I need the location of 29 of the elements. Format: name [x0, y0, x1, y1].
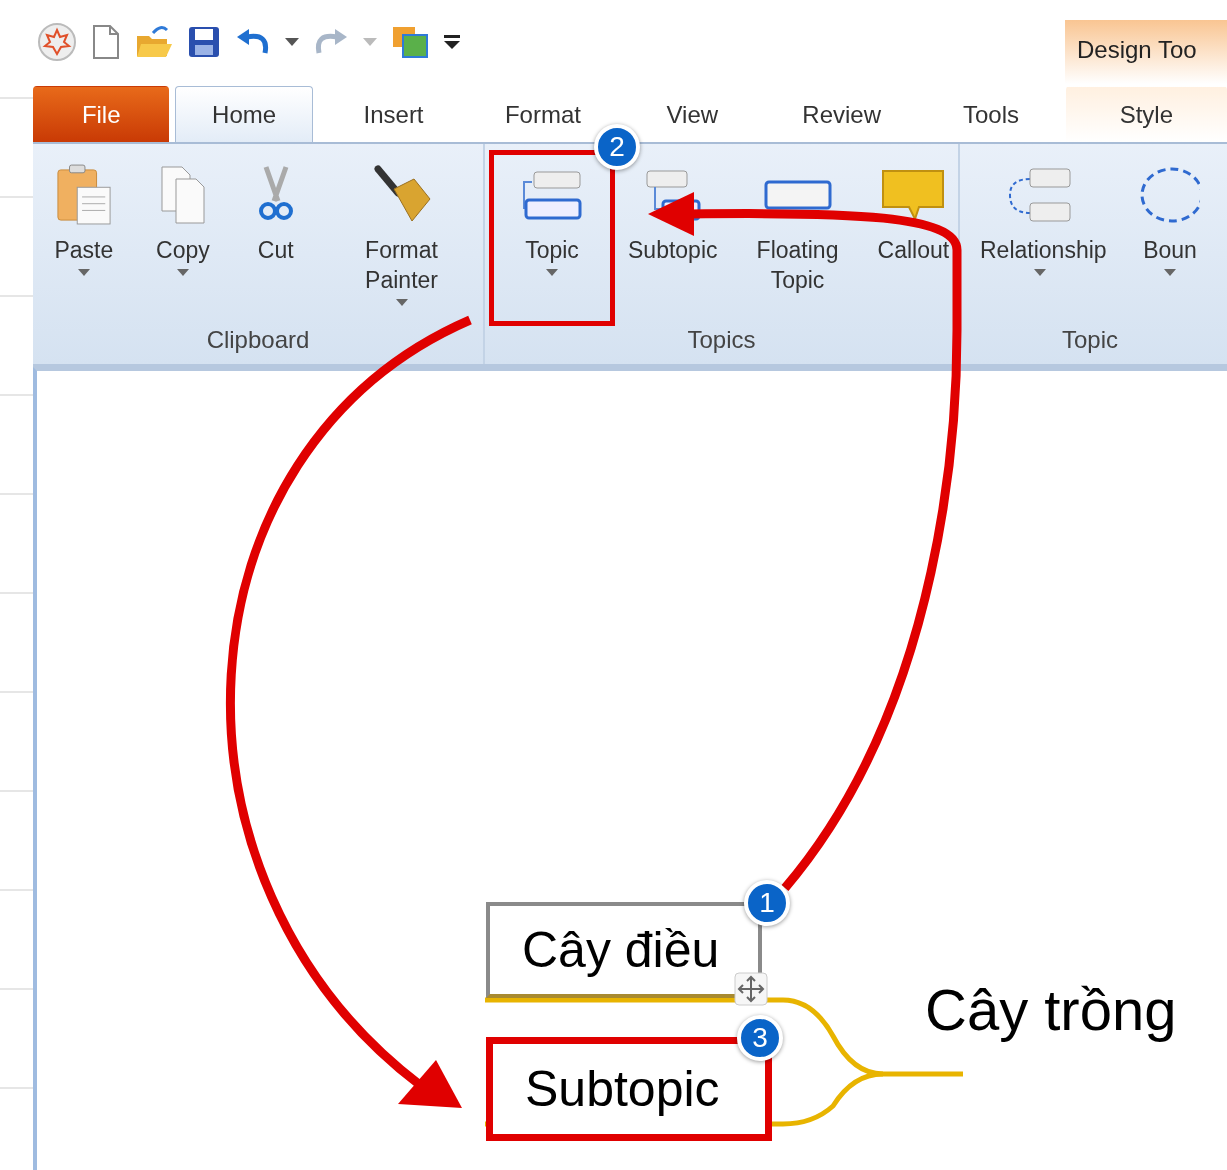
callout-button[interactable]: Callout: [870, 150, 957, 326]
paste-button[interactable]: Paste: [47, 150, 121, 326]
move-handle-icon[interactable]: [734, 972, 768, 1006]
ribbon-tab[interactable]: Home: [175, 86, 313, 142]
relationship-button[interactable]: Relationship: [973, 150, 1107, 326]
copy-icon: [159, 163, 206, 227]
central-topic[interactable]: Cây trồng: [925, 976, 1177, 1043]
painter-button[interactable]: Format Painter: [334, 150, 469, 326]
floating-button[interactable]: Floating Topic: [730, 150, 865, 326]
ribbon-tab[interactable]: Insert: [318, 86, 469, 142]
group-label: Topic: [1061, 326, 1119, 355]
save-icon[interactable]: [187, 25, 221, 59]
boundary-button[interactable]: Boun: [1133, 150, 1207, 326]
ribbon-tab[interactable]: Review: [766, 86, 917, 142]
contextual-tab-header: Design Too: [1065, 20, 1227, 84]
new-document-icon[interactable]: [91, 24, 121, 60]
file-tab[interactable]: File: [33, 86, 170, 142]
customize-toolbar-icon[interactable]: [443, 34, 461, 50]
copy-button[interactable]: Copy: [149, 150, 217, 326]
windows-icon[interactable]: [391, 25, 429, 59]
clipboard-icon: [55, 163, 112, 227]
cut-button[interactable]: Cut: [245, 150, 306, 326]
dropdown-arrow-icon[interactable]: [285, 38, 299, 46]
subtopic-node[interactable]: Cây điều: [486, 902, 762, 998]
group-label: Topics: [686, 326, 757, 355]
open-folder-icon[interactable]: [135, 24, 173, 60]
app-logo-icon[interactable]: [37, 22, 77, 62]
group-label: Clipboard: [205, 326, 311, 355]
ribbon-tab[interactable]: Tools: [916, 86, 1066, 142]
